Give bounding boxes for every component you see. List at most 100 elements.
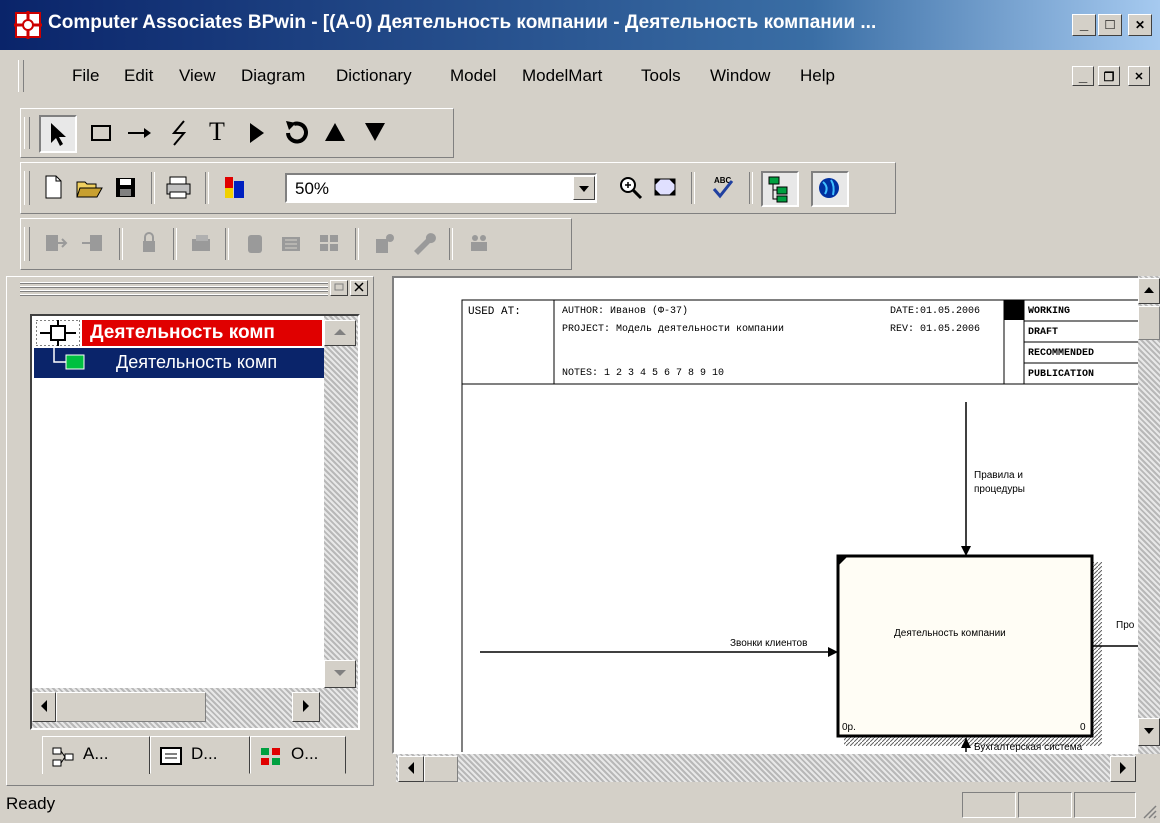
scroll-down-icon	[334, 670, 346, 676]
mm-security-button[interactable]	[461, 229, 497, 265]
scroll-left-icon	[41, 700, 47, 712]
menu-diagram[interactable]: Diagram	[241, 66, 305, 86]
menu-edit[interactable]: Edit	[124, 66, 153, 86]
control-arrow-label-line1[interactable]: Правила и	[974, 470, 1023, 481]
squiggle-tool-button[interactable]	[161, 117, 197, 153]
menu-view[interactable]: View	[179, 66, 216, 86]
diagram-canvas[interactable]: USED AT: AUTHOR: Иванов (Ф-37) PROJECT: …	[392, 276, 1140, 754]
globe-icon	[819, 178, 839, 198]
go-up-button[interactable]	[317, 117, 353, 153]
tab-objects[interactable]: O...	[250, 736, 346, 774]
new-button[interactable]	[35, 173, 71, 209]
undo-tool-button[interactable]	[277, 117, 313, 153]
mm-connect-button[interactable]	[37, 229, 73, 265]
frame-used-at: USED AT:	[468, 306, 521, 318]
child-close-button[interactable]: ✕	[1128, 66, 1150, 86]
maximize-button[interactable]: □	[1098, 14, 1122, 36]
tree-hscroll-thumb[interactable]	[56, 692, 206, 722]
next-tool-button[interactable]	[237, 117, 273, 153]
diagram-scroll-up-button[interactable]	[1138, 278, 1160, 304]
tree-scroll-down-button[interactable]	[324, 660, 356, 688]
users-icon	[248, 235, 262, 253]
model-explorer-toggle[interactable]	[761, 171, 799, 207]
input-arrow-label[interactable]: Звонки клиентов	[730, 638, 807, 649]
mm-report-button[interactable]	[273, 229, 309, 265]
resize-grip-icon[interactable]	[1140, 802, 1158, 820]
menu-model[interactable]: Model	[450, 66, 496, 86]
pointer-tool-button[interactable]	[39, 115, 77, 153]
tree-scroll-right-button[interactable]	[292, 692, 320, 722]
menu-dictionary[interactable]: Dictionary	[336, 66, 412, 86]
tab-diagrams[interactable]: D...	[150, 736, 250, 774]
panel-close-button[interactable]	[350, 280, 368, 296]
modelmart-toggle[interactable]	[811, 171, 849, 207]
output-arrow-label[interactable]: Про	[1116, 620, 1134, 631]
menu-modelmart[interactable]: ModelMart	[522, 66, 602, 86]
tree-scroll-left-button[interactable]	[32, 692, 56, 722]
open-button[interactable]	[71, 173, 107, 209]
toolbar-grip[interactable]	[24, 117, 30, 149]
print-button[interactable]	[161, 173, 197, 209]
zoom-value: 50%	[295, 179, 330, 198]
diagram-vscroll-thumb[interactable]	[1138, 306, 1160, 340]
modelmart-toolbar	[20, 218, 572, 270]
library-icon	[192, 235, 210, 251]
mm-sync-button[interactable]	[367, 229, 403, 265]
fit-zoom-button[interactable]	[647, 173, 683, 209]
minimize-button[interactable]: _	[1072, 14, 1096, 36]
separator	[449, 228, 453, 260]
toolbar-grip-3[interactable]	[24, 227, 30, 261]
arrow-tool-button[interactable]	[121, 117, 157, 153]
tree-vscroll-track[interactable]	[324, 316, 358, 688]
tree-scroll-up-button[interactable]	[324, 320, 356, 346]
window-title: Computer Associates BPwin - [(A-0) Деяте…	[48, 12, 877, 33]
tree-view-icon	[768, 176, 788, 203]
menu-grip[interactable]	[18, 60, 24, 92]
mm-options-button[interactable]	[405, 229, 441, 265]
panel-restore-button[interactable]	[330, 280, 348, 296]
diagram-vscroll-track[interactable]	[1138, 276, 1160, 754]
mm-disconnect-button[interactable]	[75, 229, 111, 265]
diagram-hscroll-thumb[interactable]	[424, 756, 458, 782]
close-button[interactable]: ✕	[1128, 14, 1152, 36]
spell-check-button[interactable]: ABC	[705, 173, 741, 209]
mm-grid-button[interactable]	[311, 229, 347, 265]
menu-window[interactable]: Window	[710, 66, 770, 86]
child-restore-button[interactable]: ❐	[1098, 66, 1120, 86]
mm-users-button[interactable]	[237, 229, 273, 265]
control-arrow-label-line2[interactable]: процедуры	[974, 484, 1025, 495]
panel-drag-handle[interactable]	[20, 282, 328, 296]
menu-help[interactable]: Help	[800, 66, 835, 86]
mm-lock-button[interactable]	[131, 229, 167, 265]
new-file-icon	[45, 175, 62, 199]
mechanism-arrow-label[interactable]: Бухгалтерская система	[974, 742, 1082, 752]
zoom-combobox[interactable]: 50%	[285, 173, 597, 203]
tree-root-item[interactable]: Деятельность комп	[34, 318, 324, 348]
menu-file[interactable]: File	[72, 66, 99, 86]
diagram-scroll-right-button[interactable]	[1110, 756, 1136, 782]
box-tool-button[interactable]	[83, 117, 119, 153]
tree-child-item[interactable]: Деятельность комп	[34, 348, 326, 378]
mm-library-button[interactable]	[183, 229, 219, 265]
pointer-icon	[51, 123, 66, 146]
title-bar[interactable]: Computer Associates BPwin - [(A-0) Деяте…	[0, 0, 1160, 50]
activity-box-label[interactable]: Деятельность компании	[894, 628, 1006, 639]
child-minimize-button[interactable]: _	[1072, 66, 1094, 86]
menu-tools[interactable]: Tools	[641, 66, 681, 86]
text-tool-button[interactable]: T	[199, 117, 235, 147]
tab-activities[interactable]: A...	[42, 736, 150, 774]
activity-tree[interactable]: Деятельность комп Деятельность комп	[30, 314, 360, 730]
zoom-in-button[interactable]	[613, 173, 649, 209]
diagram-scroll-down-button[interactable]	[1138, 718, 1160, 746]
diagram-scroll-left-button[interactable]	[398, 756, 424, 782]
status-draft: DRAFT	[1028, 327, 1059, 338]
scroll-right-icon	[303, 700, 309, 712]
diagram-hscroll-track[interactable]	[396, 754, 1136, 782]
zoom-dropdown-button[interactable]	[573, 176, 595, 200]
go-down-button[interactable]	[357, 117, 393, 153]
color-button[interactable]	[217, 173, 253, 209]
save-button[interactable]	[107, 173, 143, 209]
tree-root-label: Деятельность комп	[82, 320, 322, 346]
scroll-up-icon	[334, 329, 346, 335]
toolbar-grip-2[interactable]	[24, 171, 30, 205]
